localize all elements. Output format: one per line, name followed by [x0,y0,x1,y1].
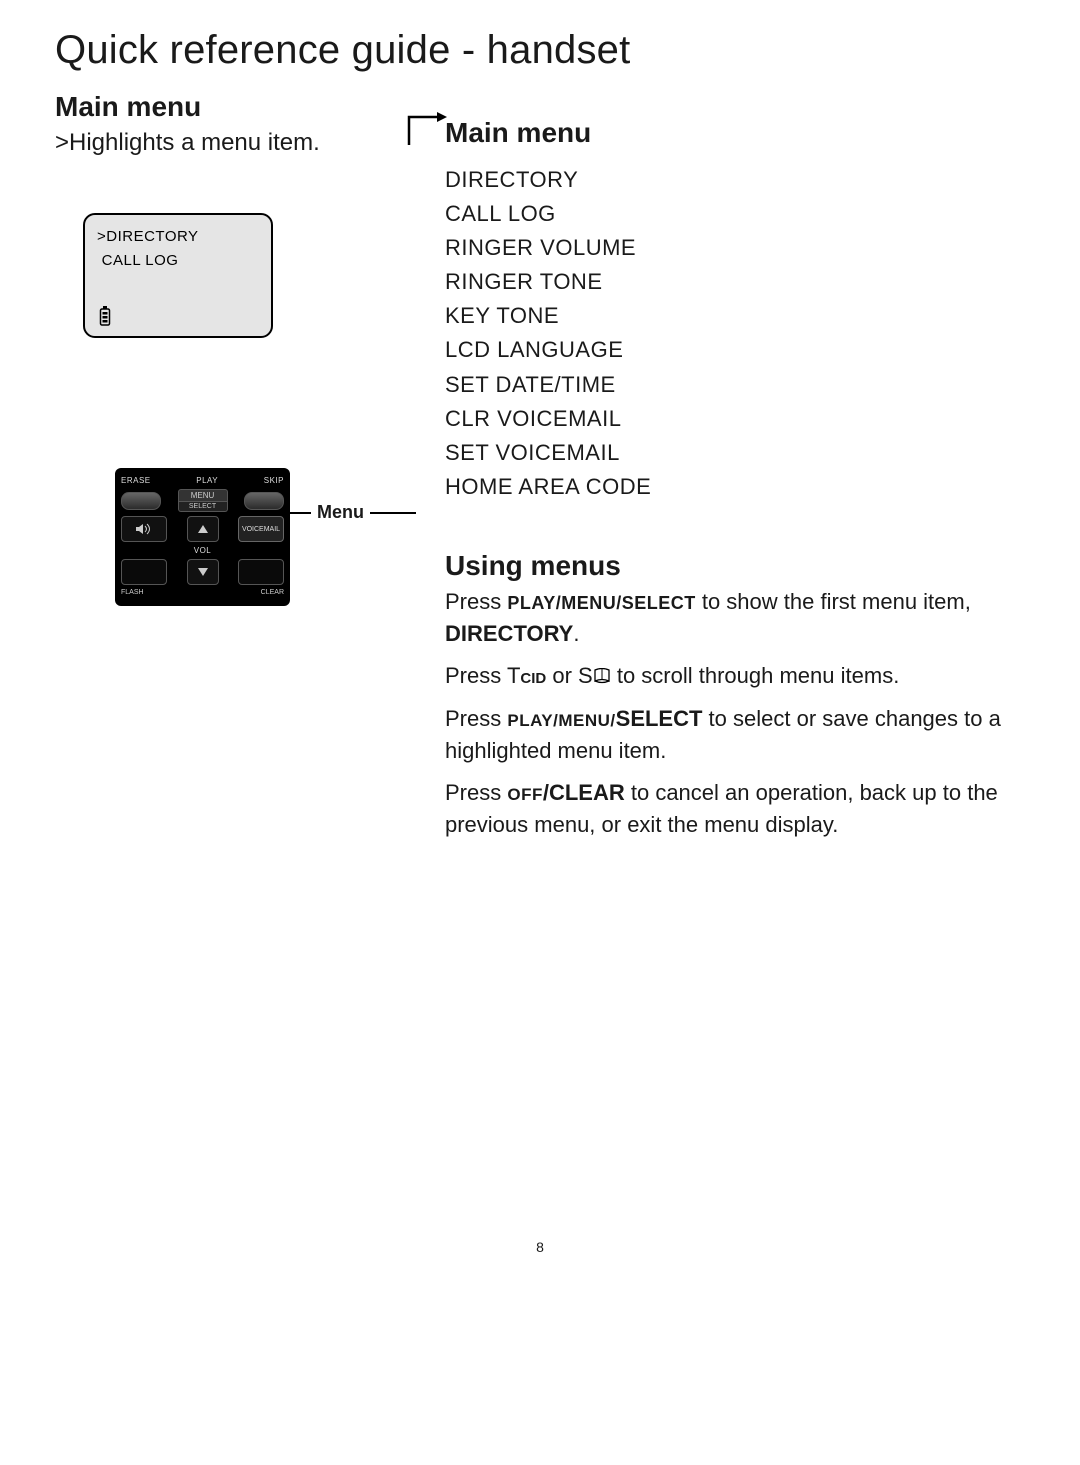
vol-label: VOL [194,546,212,555]
page-title: Quick reference guide - handset [55,28,1025,73]
menu-item: CALL LOG [445,197,1025,231]
off-key: OFF [507,785,543,804]
select-cap: SELECT [178,502,228,512]
lcd-screen: >DIRECTORY CALL LOG [83,213,273,338]
erase-button [121,492,161,510]
using-para-1: Press PLAY/MENU/SELECT to show the first… [445,586,1025,650]
menu-item: CLR VOICEMAIL [445,402,1025,436]
select-key: SELECT [616,706,703,731]
left-heading: Main menu [55,91,385,123]
play-menu-key: PLAY/MENU/ [507,711,615,730]
clear-key: /CLEAR [543,780,625,805]
menu-callout: Menu [243,502,416,523]
battery-icon [99,306,111,326]
using-para-2: Press TCID or S to scroll through menu i… [445,660,1025,693]
left-column: Main menu >Highlights a menu item. >DIRE… [55,91,395,606]
lcd-line-2: CALL LOG [97,249,259,273]
scroll-down-key: S [578,663,611,688]
off-button [238,559,284,585]
skip-label: SKIP [264,476,284,485]
menu-item: RINGER TONE [445,265,1025,299]
play-label: PLAY [196,476,218,485]
menu-item: KEY TONE [445,299,1025,333]
speaker-button [121,516,167,542]
handset-body: ERASE PLAY SKIP MENU SELECT [115,468,290,606]
callout-line-right [370,512,416,514]
using-para-3: Press PLAY/MENU/SELECT to select or save… [445,703,1025,767]
menu-select-button: MENU SELECT [178,489,228,512]
phonebook-icon [593,661,611,693]
right-heading: Main menu [445,117,591,148]
menu-item: HOME AREA CODE [445,470,1025,504]
lcd-line-1: >DIRECTORY [97,225,259,249]
handset-illustration: ERASE PLAY SKIP MENU SELECT [115,468,290,606]
menu-item: LCD LANGUAGE [445,333,1025,367]
page-number: 8 [0,1239,1080,1255]
erase-label: ERASE [121,476,151,485]
two-column-layout: Main menu >Highlights a menu item. >DIRE… [55,91,1025,850]
clear-label: CLEAR [261,589,284,596]
manual-page: Quick reference guide - handset Main men… [0,0,1080,1465]
right-column: Main menu DIRECTORY CALL LOG RINGER VOLU… [395,91,1025,850]
arrow-connector-icon [403,107,448,152]
menu-item: RINGER VOLUME [445,231,1025,265]
vol-down-button [187,559,219,585]
menu-item: SET DATE/TIME [445,368,1025,402]
callout-label: Menu [317,502,364,523]
menu-cap: MENU [178,489,228,502]
talk-button [121,559,167,585]
using-para-4: Press OFF/CLEAR to cancel an operation, … [445,777,1025,841]
menu-item-list: DIRECTORY CALL LOG RINGER VOLUME RINGER … [445,163,1025,504]
vol-up-button [187,516,219,542]
using-menus-heading: Using menus [445,550,1025,582]
left-caption: >Highlights a menu item. [55,127,385,159]
play-menu-select-key: PLAY/MENU/SELECT [507,593,695,613]
menu-item: DIRECTORY [445,163,1025,197]
scroll-up-key: TCID [507,663,546,688]
menu-item: SET VOICEMAIL [445,436,1025,470]
callout-line-left [243,512,311,514]
flash-label: FLASH [121,589,144,596]
